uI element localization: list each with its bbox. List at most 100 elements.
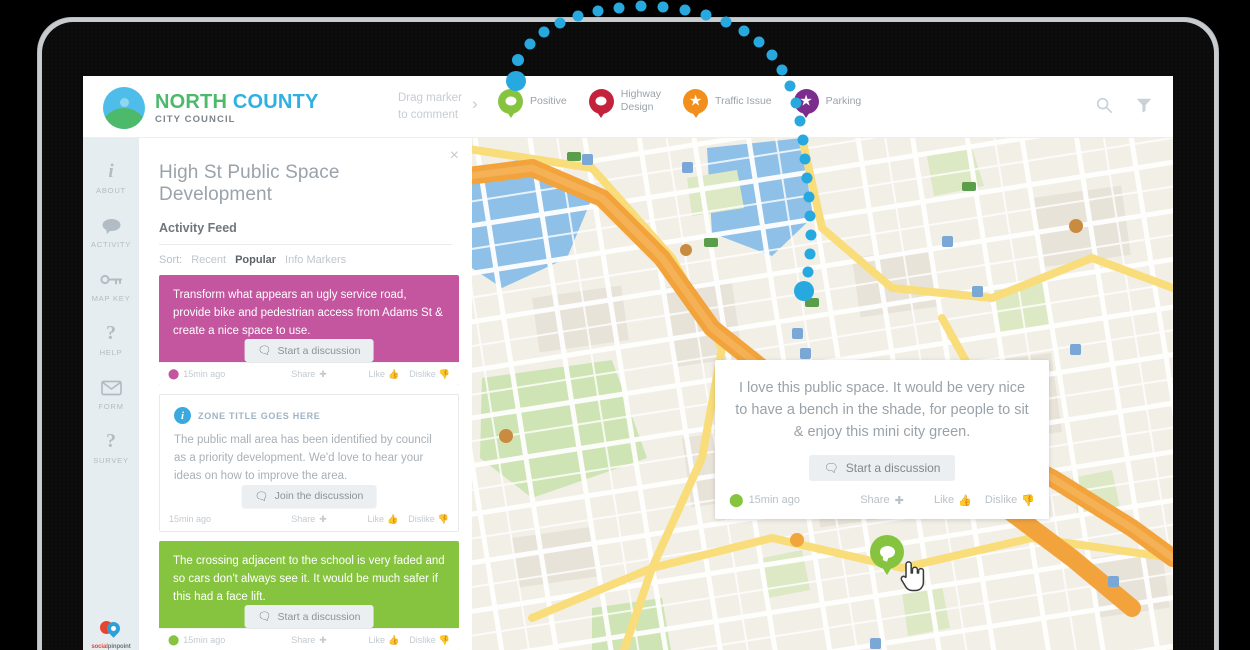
popup-reaction-group: Like 👍 Dislike 👎 (933, 494, 1035, 507)
share-icon: ✚ (319, 368, 327, 379)
search-icon[interactable] (1095, 96, 1113, 114)
feed-card-pink[interactable]: Transform what appears an ugly service r… (159, 275, 459, 386)
hand-cursor-icon (900, 561, 925, 592)
sort-option-info-markers[interactable]: Info Markers (285, 254, 346, 266)
map-canvas[interactable]: I love this public space. It would be ve… (472, 138, 1173, 650)
positive-marker-icon (498, 88, 523, 118)
thumbs-up-icon: 👍 (388, 634, 400, 645)
comment-dot-icon: ⬤ (168, 634, 180, 646)
sidebar-label-activity: ACTIVITY (90, 240, 132, 249)
sort-controls: Sort: Recent Popular Info Markers (159, 254, 452, 266)
share-button[interactable]: Share ✚ (262, 369, 356, 380)
dislike-button[interactable]: Dislike 👎 (409, 369, 450, 380)
dislike-button[interactable]: Dislike 👎 (408, 514, 449, 525)
start-discussion-label: Start a discussion (277, 610, 361, 623)
like-button[interactable]: Like 👍 (369, 369, 400, 380)
dislike-button[interactable]: Dislike 👎 (409, 635, 450, 646)
join-discussion-label: Join the discussion (274, 490, 364, 503)
feed-list: Transform what appears an ugly service r… (159, 275, 459, 650)
council-logo-icon (103, 87, 145, 129)
sort-option-recent[interactable]: Recent (191, 254, 226, 266)
legend-item-positive[interactable]: Positive (498, 88, 567, 118)
sidebar-item-activity[interactable]: ACTIVITY (83, 204, 139, 258)
close-icon[interactable]: × (450, 148, 459, 164)
drag-marker-hint: Drag marker to comment (398, 90, 462, 123)
reaction-group: Like 👍 Dislike 👎 (356, 635, 450, 646)
brand-name-part2: COUNTY (232, 90, 319, 113)
comment-dot-icon: ⬤ (168, 368, 180, 380)
feed-card-time: ⬤ 15min ago (168, 634, 226, 646)
sidebar-item-help[interactable]: ? HELP (83, 312, 139, 366)
key-icon (83, 269, 139, 290)
start-discussion-button[interactable]: 🗨 Start a discussion (244, 339, 374, 363)
drag-hint-line2: to comment (398, 108, 459, 121)
share-button[interactable]: Share ✚ (262, 635, 356, 646)
chat-icon: 🗨 (257, 611, 272, 624)
brand-name-part1: NORTH (155, 90, 228, 113)
chat-icon: 🗨 (257, 345, 272, 358)
parking-marker-icon: ★ (793, 88, 819, 118)
like-button[interactable]: Like 👍 (368, 514, 399, 525)
zone-header: i ZONE TITLE GOES HERE (174, 407, 444, 425)
thumbs-down-icon: 👎 (438, 368, 450, 379)
sidebar-item-survey[interactable]: ? SURVEY (83, 420, 139, 474)
sidebar-item-map-key[interactable]: MAP KEY (83, 258, 139, 312)
legend-item-parking[interactable]: ★ Parking (793, 88, 862, 118)
popup-start-discussion-label: Start a discussion (845, 461, 941, 476)
popup-share-button[interactable]: Share ✚ (831, 494, 933, 507)
question-mark-icon: ? (106, 430, 116, 452)
popup-like-button[interactable]: Like 👍 (934, 494, 972, 507)
map-comment-popup[interactable]: I love this public space. It would be ve… (715, 360, 1049, 520)
thumbs-up-icon: 👍 (388, 368, 400, 379)
popup-start-discussion-button[interactable]: 🗨 Start a discussion (808, 455, 956, 482)
tablet-screen: NORTH COUNTY CITY COUNCIL Drag marker to… (83, 76, 1173, 650)
feed-card-footer: ⬤ 15min ago Share ✚ Like 👍 Dislike 👎 (159, 628, 459, 650)
share-button[interactable]: Share ✚ (262, 514, 355, 525)
socialpinpoint-logo: socialpinpoint (83, 619, 139, 650)
chevron-right-icon[interactable]: › (472, 94, 478, 114)
sort-option-popular[interactable]: Popular (235, 254, 276, 266)
brand-logo[interactable]: NORTH COUNTY CITY COUNCIL (103, 87, 319, 129)
share-icon: ✚ (894, 494, 904, 507)
like-button[interactable]: Like 👍 (369, 635, 400, 646)
chat-icon: 🗨 (823, 461, 839, 476)
join-discussion-button[interactable]: 🗨 Join the discussion (241, 484, 377, 508)
drag-hint-line1: Drag marker (398, 92, 462, 104)
start-discussion-button[interactable]: 🗨 Start a discussion (244, 605, 374, 629)
chat-bubble-icon (83, 215, 139, 236)
legend-item-traffic-issue[interactable]: ★ Traffic Issue (683, 88, 772, 118)
sidebar-item-form[interactable]: FORM (83, 366, 139, 420)
legend-item-highway-design[interactable]: Highway Design (588, 88, 662, 118)
reaction-group: Like 👍 Dislike 👎 (356, 514, 449, 525)
legend-label-parking: Parking (825, 94, 862, 107)
app-header: NORTH COUNTY CITY COUNCIL Drag marker to… (83, 76, 1173, 138)
feed-card-text: The crossing adjacent to the school is v… (173, 554, 445, 603)
screenshot-root: NORTH COUNTY CITY COUNCIL Drag marker to… (0, 0, 1250, 650)
sidebar-label-map-key: MAP KEY (91, 294, 131, 303)
legend-label-traffic-issue: Traffic Issue (715, 94, 772, 107)
header-tools (1095, 96, 1153, 114)
popup-dislike-button[interactable]: Dislike 👎 (985, 494, 1035, 507)
zone-title: ZONE TITLE GOES HERE (198, 410, 321, 421)
legend-label-positive: Positive (530, 94, 567, 107)
feed-card-green[interactable]: The crossing adjacent to the school is v… (159, 540, 459, 650)
feed-card-text: Transform what appears an ugly service r… (173, 289, 443, 337)
filter-icon[interactable] (1135, 96, 1153, 114)
feed-card-info-marker[interactable]: i ZONE TITLE GOES HERE The public mall a… (159, 394, 459, 532)
start-discussion-label: Start a discussion (277, 344, 361, 357)
popup-time: ⬤ 15min ago (729, 492, 800, 508)
legend-label-highway-design: Highway Design (620, 88, 662, 114)
thumbs-up-icon: 👍 (387, 513, 399, 524)
highway-design-marker-icon (588, 88, 614, 118)
popup-comment-text: I love this public space. It would be ve… (735, 380, 1029, 440)
socialpinpoint-mark-icon (100, 619, 123, 638)
traffic-issue-marker-icon: ★ (683, 88, 709, 118)
sidebar-label-form: FORM (98, 402, 124, 411)
thumbs-down-icon: 👎 (437, 513, 449, 524)
marker-legend: Positive Highway Design ★ Traffic Issue … (498, 88, 862, 118)
thumbs-down-icon: 👎 (438, 634, 450, 645)
socialpinpoint-wordmark: socialpinpoint (91, 644, 131, 650)
sidebar-item-about[interactable]: i ABOUT (83, 150, 139, 204)
sidebar-label-about: ABOUT (96, 186, 126, 195)
envelope-icon (83, 377, 139, 398)
